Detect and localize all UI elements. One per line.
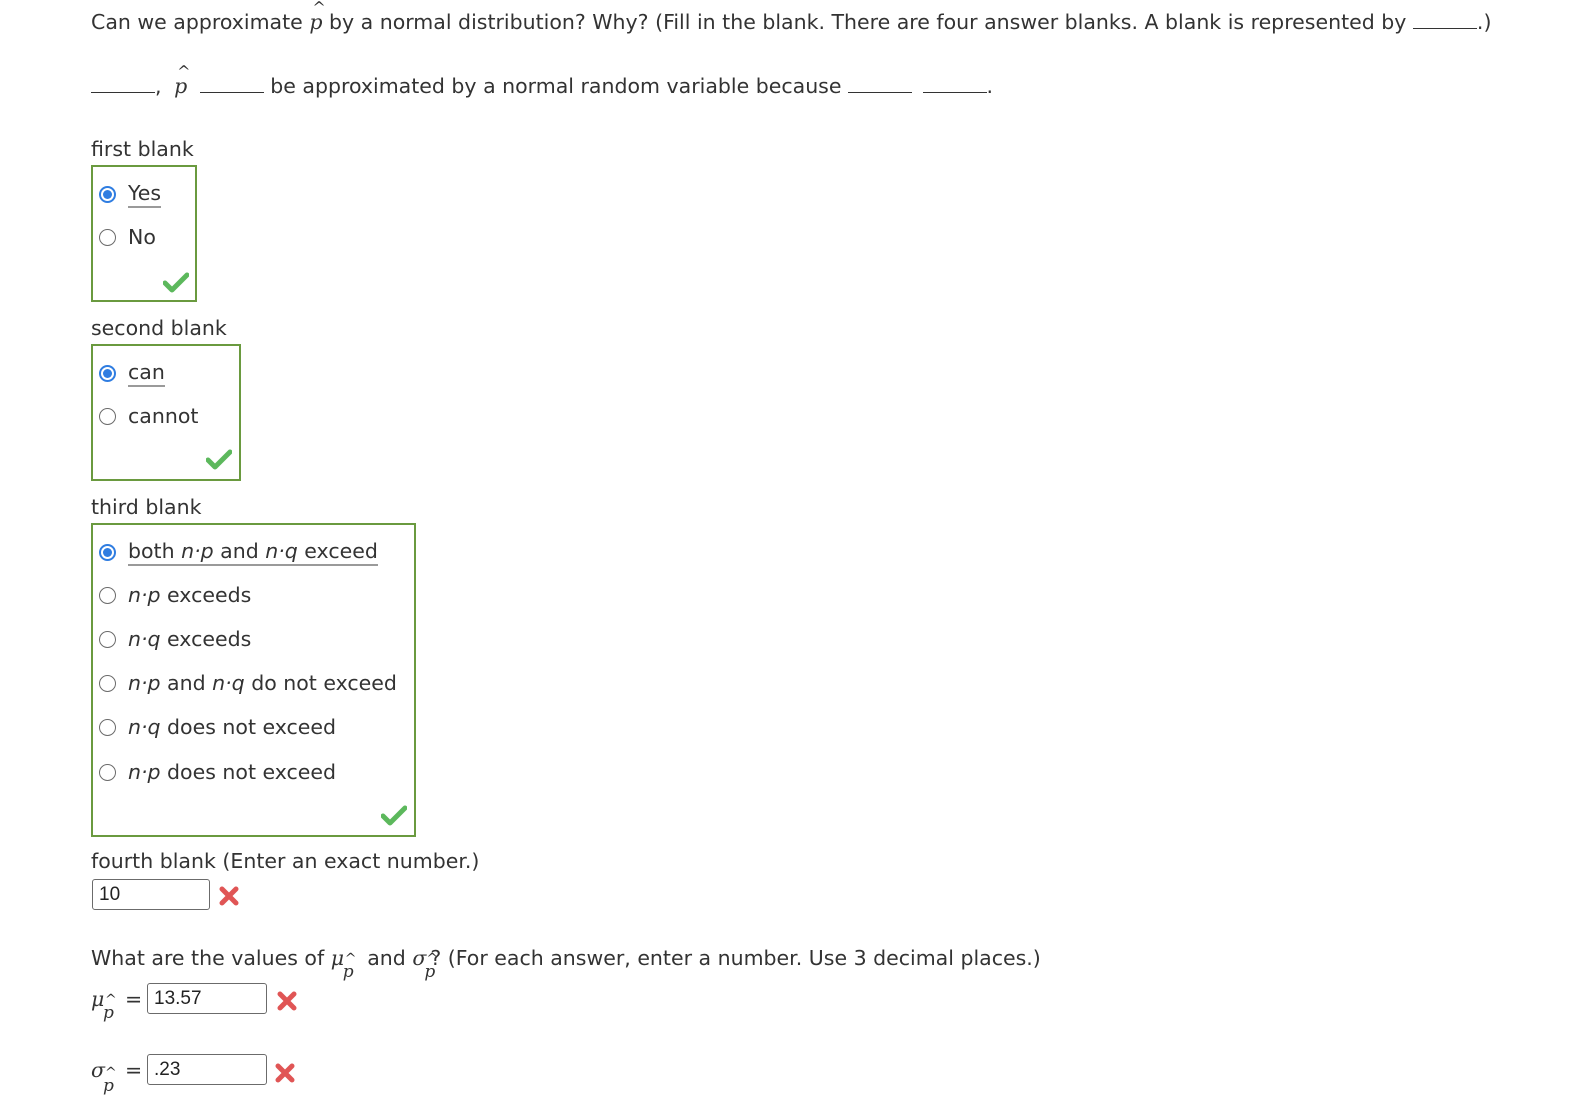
cross-icon (275, 1063, 295, 1083)
option-nq-not-exceed[interactable]: n·q does not exceed (99, 715, 336, 739)
sigma-input[interactable] (147, 1054, 267, 1085)
and-text: and (367, 946, 406, 970)
question-text: Can we approximate ^ p by a normal distri… (91, 0, 1492, 34)
check-icon (163, 272, 189, 293)
radio-np-exceeds[interactable] (99, 586, 116, 604)
np: n·p (128, 760, 161, 784)
question-end: .) (1476, 10, 1492, 34)
text: does not exceed (160, 760, 337, 784)
text: and (213, 539, 266, 563)
option-np-not-exceed[interactable]: n·p does not exceed (99, 760, 336, 784)
radio-neither-exceed[interactable] (99, 674, 116, 692)
sigma-label: σ ^ p = (91, 1058, 142, 1096)
question-suffix: by a normal distribution? Why? (Fill in … (328, 10, 1407, 34)
third-blank-group: both n·p and n·q exceed n·p exceeds n·q … (91, 523, 416, 837)
radio-nq-exceeds[interactable] (99, 630, 116, 648)
option-cannot[interactable]: cannot (99, 404, 198, 428)
sigma-phat-symbol: σ ^ p (412, 946, 442, 982)
nq: n·q (128, 627, 161, 651)
text: do not exceed (244, 671, 397, 695)
option-np-exceeds-label[interactable]: n·p exceeds (128, 583, 251, 607)
radio-yes[interactable] (99, 186, 116, 203)
second-blank-group: can cannot (91, 344, 241, 481)
option-np-not-exceed-label[interactable]: n·p does not exceed (128, 760, 336, 784)
nq: n·q (212, 671, 245, 695)
third-blank-label: third blank (91, 495, 202, 519)
answer-sentence: , ^ p be approximated by a normal random … (91, 62, 994, 98)
radio-both-exceed[interactable] (99, 544, 116, 561)
option-no-label[interactable]: No (128, 225, 156, 249)
blank-2-line (199, 91, 264, 93)
option-nq-exceeds-label[interactable]: n·q exceeds (128, 627, 251, 651)
text: exceed (297, 539, 378, 563)
hat: ^ (177, 62, 191, 81)
equals: = (125, 987, 143, 1011)
blank-4-line (922, 91, 987, 93)
check-icon (206, 449, 232, 470)
fourth-blank-input[interactable] (92, 879, 210, 910)
np: n·p (128, 583, 161, 607)
option-np-exceeds[interactable]: n·p exceeds (99, 583, 251, 607)
option-can[interactable]: can (99, 360, 165, 387)
option-cannot-label[interactable]: cannot (128, 404, 198, 428)
radio-can[interactable] (99, 365, 116, 382)
values-question-prefix: What are the values of (91, 946, 325, 970)
question-prefix: Can we approximate (91, 10, 303, 34)
radio-nq-not-exceed[interactable] (99, 718, 116, 736)
hat: ^ (344, 951, 357, 967)
nq: n·q (128, 715, 161, 739)
text: both (128, 539, 182, 563)
hat: ^ (105, 992, 117, 1008)
p-hat-symbol: ^ p (309, 0, 325, 34)
values-question-suffix: ? (For each answer, enter a number. Use … (430, 946, 1041, 970)
text: exceeds (160, 627, 252, 651)
radio-np-not-exceed[interactable] (99, 763, 116, 781)
mu-label: μ ^ p = (91, 987, 142, 1023)
option-yes-label[interactable]: Yes (128, 181, 162, 208)
option-no[interactable]: No (99, 225, 156, 249)
text: and (160, 671, 213, 695)
np: n·p (128, 671, 161, 695)
hat: ^ (312, 0, 326, 17)
period: . (986, 74, 994, 98)
radio-cannot[interactable] (99, 407, 116, 425)
np: n·p (181, 539, 214, 563)
cross-icon (219, 886, 239, 906)
p-hat-sub: ^ p (103, 992, 117, 1023)
option-neither-exceed[interactable]: n·p and n·q do not exceed (99, 671, 397, 695)
text: does not exceed (160, 715, 337, 739)
blank-3-line (848, 91, 913, 93)
hat: ^ (426, 951, 439, 967)
option-both-exceed-label[interactable]: both n·p and n·q exceed (128, 539, 378, 566)
cross-icon (277, 991, 297, 1011)
text: exceeds (160, 583, 252, 607)
first-blank-group: Yes No (91, 165, 197, 302)
option-can-label[interactable]: can (128, 360, 165, 387)
mu-input[interactable] (147, 983, 267, 1014)
values-question: What are the values of μ ^ p and σ ^ p ? (… (91, 946, 1041, 982)
check-icon (381, 805, 407, 826)
blank-indicator (1412, 27, 1477, 29)
option-nq-exceeds[interactable]: n·q exceeds (99, 627, 251, 651)
blank-1-line (91, 91, 155, 93)
option-yes[interactable]: Yes (99, 181, 162, 208)
p-hat-sub: ^ p (343, 951, 357, 982)
nq: n·q (265, 539, 298, 563)
hat: ^ (105, 1065, 117, 1081)
radio-no[interactable] (99, 228, 116, 246)
sentence-middle: be approximated by a normal random varia… (270, 74, 842, 98)
equals: = (125, 1058, 143, 1082)
fourth-blank-label: fourth blank (Enter an exact number.) (91, 849, 480, 873)
option-neither-exceed-label[interactable]: n·p and n·q do not exceed (128, 671, 397, 695)
p-hat-sub: ^ p (424, 951, 438, 982)
p-hat-sub: ^ p (103, 1065, 117, 1096)
comma: , (155, 74, 162, 98)
p-hat-symbol: ^ p (174, 62, 190, 98)
mu-phat-symbol: μ ^ p (331, 946, 361, 982)
second-blank-label: second blank (91, 316, 227, 340)
option-both-exceed[interactable]: both n·p and n·q exceed (99, 539, 378, 566)
first-blank-label: first blank (91, 137, 194, 161)
option-nq-not-exceed-label[interactable]: n·q does not exceed (128, 715, 336, 739)
